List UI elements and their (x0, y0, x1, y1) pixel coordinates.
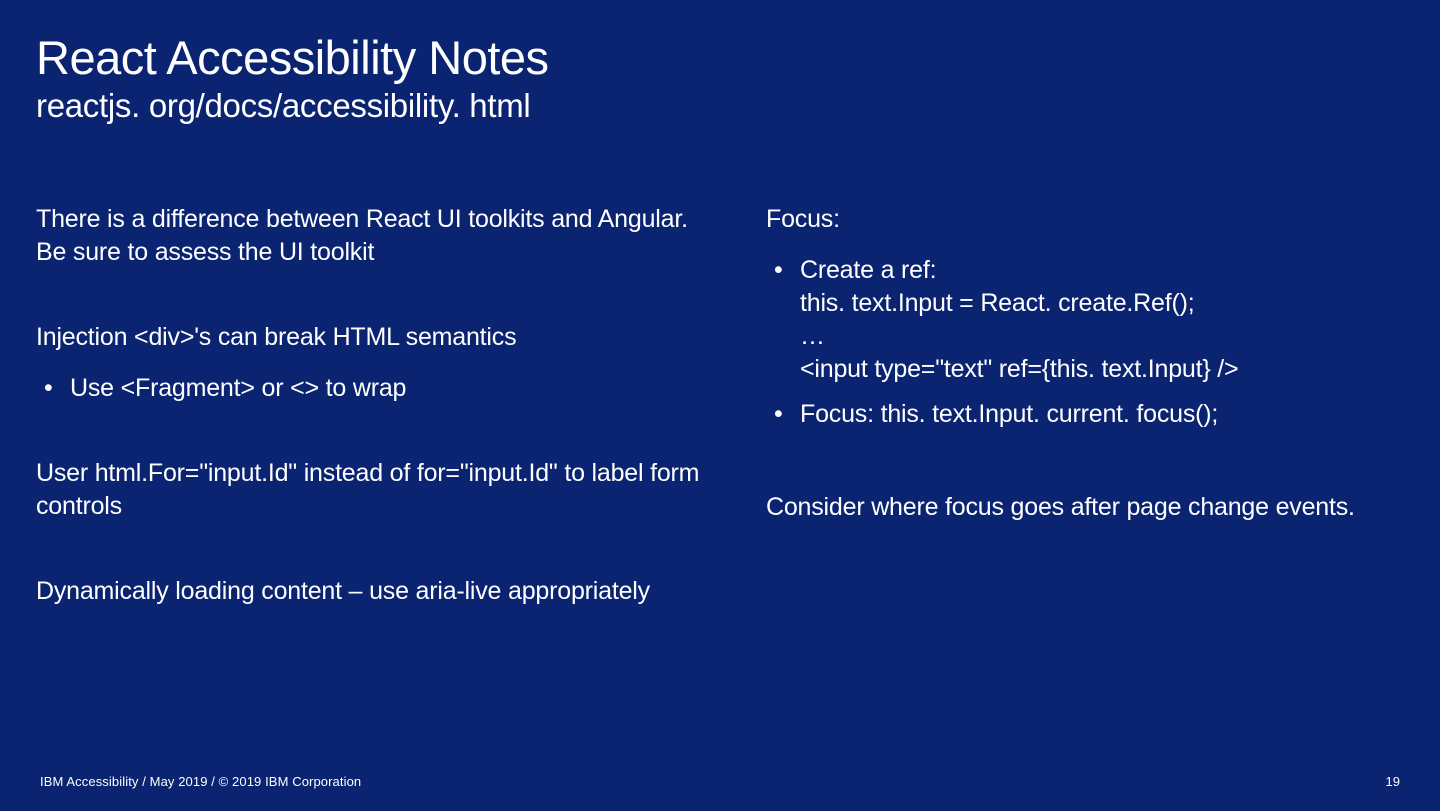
slide-subtitle: reactjs. org/docs/accessibility. html (36, 87, 1404, 125)
slide-container: React Accessibility Notes reactjs. org/d… (0, 0, 1440, 811)
right-bullet-1: Create a ref: this. text.Input = React. … (766, 254, 1396, 386)
slide-title: React Accessibility Notes (36, 30, 1404, 85)
right-paragraph-1: Consider where focus goes after page cha… (766, 491, 1396, 524)
footer-left: IBM Accessibility / May 2019 / © 2019 IB… (40, 774, 361, 789)
content-columns: There is a difference between React UI t… (36, 203, 1404, 660)
right-column: Focus: Create a ref: this. text.Input = … (746, 203, 1396, 660)
page-number: 19 (1386, 774, 1400, 789)
left-paragraph-2: Injection <div>'s can break HTML semanti… (36, 321, 706, 354)
left-paragraph-1: There is a difference between React UI t… (36, 203, 706, 269)
right-bullet-list: Create a ref: this. text.Input = React. … (766, 254, 1396, 431)
left-column: There is a difference between React UI t… (36, 203, 706, 660)
left-bullet-1: Use <Fragment> or <> to wrap (36, 372, 706, 405)
left-bullet-list: Use <Fragment> or <> to wrap (36, 372, 706, 405)
left-paragraph-4: Dynamically loading content – use aria-l… (36, 575, 706, 608)
focus-label: Focus: (766, 203, 1396, 236)
left-paragraph-3: User html.For="input.Id" instead of for=… (36, 457, 706, 523)
right-bullet-2: Focus: this. text.Input. current. focus(… (766, 398, 1396, 431)
